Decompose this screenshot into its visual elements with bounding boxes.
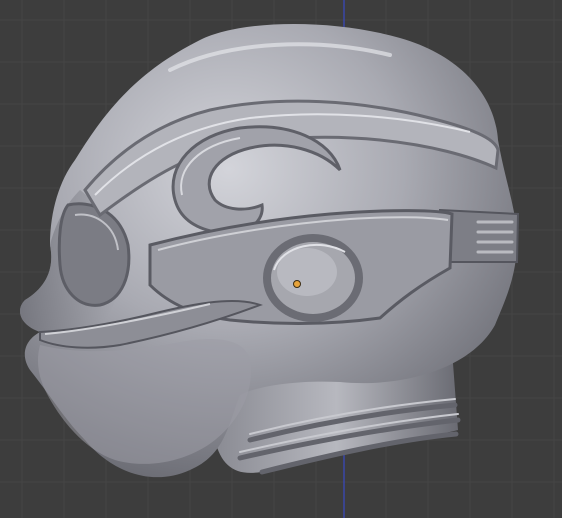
sculpted-head-model[interactable] [20, 23, 520, 478]
object-origin-dot-icon[interactable] [293, 280, 301, 288]
viewport-canvas[interactable] [0, 0, 562, 518]
3d-viewport[interactable] [0, 0, 562, 518]
ear-disc [263, 234, 363, 322]
